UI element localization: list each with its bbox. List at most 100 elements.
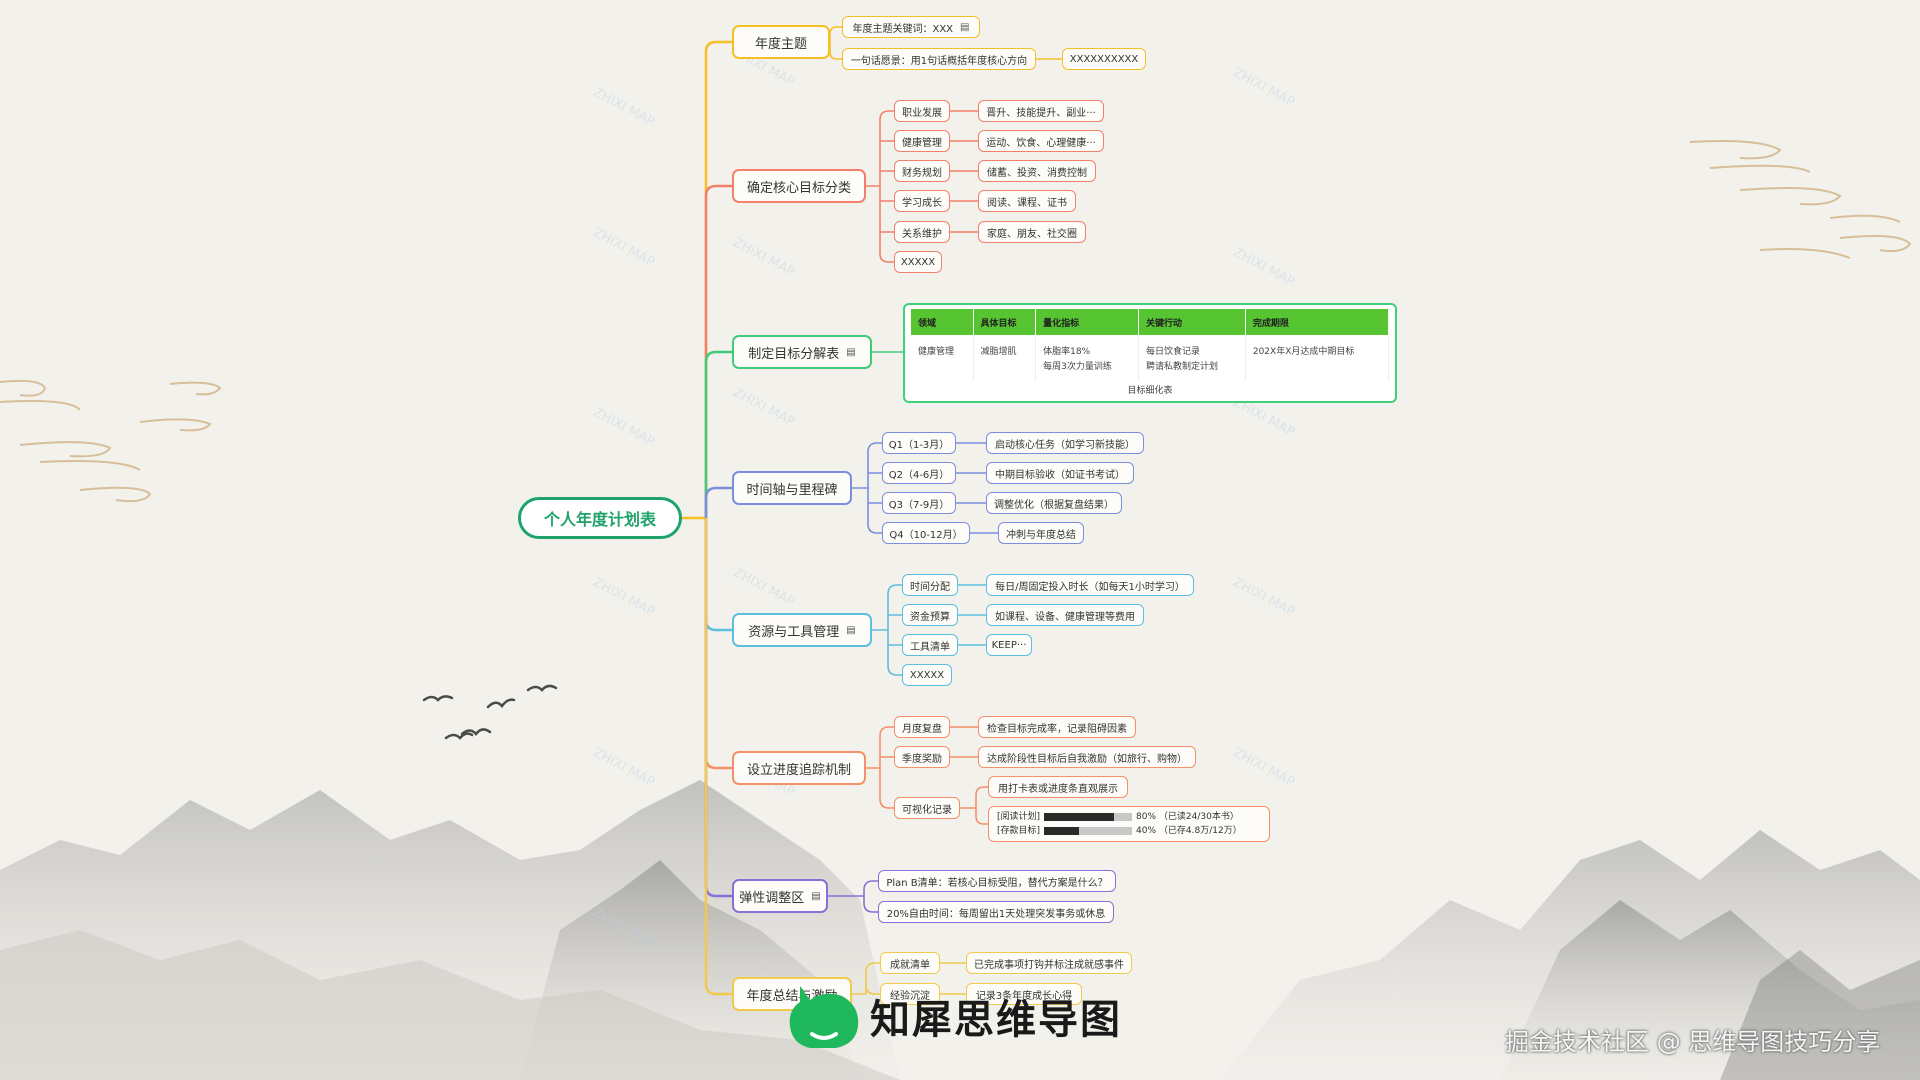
- summary-achievements-detail-label: 已完成事项打钩并标注成就感事件: [974, 959, 1124, 971]
- resource-time[interactable]: 时间分配: [902, 574, 958, 596]
- resource-tools-detail[interactable]: KEEP···: [986, 634, 1032, 656]
- branch-tracking-label: 设立进度追踪机制: [746, 762, 851, 778]
- table-cell: 体脂率18% 每周3次力量训练: [1035, 335, 1139, 381]
- summary-achievements-label: 成就清单: [890, 959, 930, 971]
- goal-relations[interactable]: 关系维护: [894, 221, 950, 243]
- branch-flex-label: 弹性调整区: [739, 890, 805, 906]
- timeline-q1-detail[interactable]: 启动核心任务（如学习新技能）: [986, 432, 1144, 454]
- branch-decompose[interactable]: 制定目标分解表 ▤: [732, 335, 872, 369]
- branch-resources[interactable]: 资源与工具管理 ▤: [732, 613, 872, 647]
- tracking-monthly-detail[interactable]: 检查目标完成率，记录阻碍因素: [978, 716, 1136, 738]
- goal-finance-detail[interactable]: 储蓄、投资、消费控制: [978, 160, 1096, 182]
- branch-theme[interactable]: 年度主题: [732, 25, 830, 59]
- goal-health-detail-label: 运动、饮食、心理健康···: [986, 137, 1096, 149]
- branch-resources-label: 资源与工具管理: [748, 624, 840, 640]
- resource-time-detail[interactable]: 每日/周固定投入时长（如每天1小时学习）: [986, 574, 1194, 596]
- goal-relations-detail[interactable]: 家庭、朋友、社交圈: [978, 221, 1086, 243]
- brand-name: 知犀思维导图: [870, 997, 1122, 1043]
- table-header: 具体目标: [973, 309, 1037, 335]
- table-header: 关键行动: [1138, 309, 1246, 335]
- progress-bar: [1044, 827, 1133, 835]
- timeline-q3[interactable]: Q3（7-9月）: [882, 492, 956, 514]
- table-caption: 目标细化表: [1127, 386, 1173, 396]
- goal-learning[interactable]: 学习成长: [894, 190, 950, 212]
- timeline-q4-label: Q4（10-12月）: [889, 529, 963, 541]
- resource-budget[interactable]: 资金预算: [902, 604, 958, 626]
- progress-text: 40% （已存4.8万/12万）: [1136, 826, 1242, 836]
- goal-learning-detail-label: 阅读、课程、证书: [987, 197, 1067, 209]
- branch-decompose-label: 制定目标分解表: [748, 346, 840, 362]
- tracking-monthly[interactable]: 月度复盘: [894, 716, 950, 738]
- summary-achievements[interactable]: 成就清单: [880, 952, 940, 974]
- branch-tracking[interactable]: 设立进度追踪机制: [732, 751, 866, 785]
- credit-watermark: 掘金技术社区 @ 思维导图技巧分享: [1505, 1028, 1881, 1056]
- tracking-quarterly-detail[interactable]: 达成阶段性目标后自我激励（如旅行、购物）: [978, 746, 1196, 768]
- goal-placeholder[interactable]: XXXXX: [894, 251, 942, 273]
- goal-finance-label: 财务规划: [902, 167, 942, 179]
- tracking-quarterly-detail-label: 达成阶段性目标后自我激励（如旅行、购物）: [987, 753, 1187, 765]
- goal-finance[interactable]: 财务规划: [894, 160, 950, 182]
- tracking-quarterly[interactable]: 季度奖励: [894, 746, 950, 768]
- tracking-visual-detail[interactable]: 用打卡表或进度条直观展示: [988, 776, 1128, 798]
- rhino-logo-icon: [789, 986, 859, 1048]
- root-node[interactable]: 个人年度计划表: [518, 497, 682, 539]
- branch-timeline-label: 时间轴与里程碑: [746, 482, 838, 498]
- goal-finance-detail-label: 储蓄、投资、消费控制: [987, 167, 1087, 179]
- goal-career[interactable]: 职业发展: [894, 100, 950, 122]
- branch-theme-label: 年度主题: [754, 36, 807, 52]
- summary-achievements-detail[interactable]: 已完成事项打钩并标注成就感事件: [966, 952, 1132, 974]
- tracking-visual[interactable]: 可视化记录: [894, 797, 960, 819]
- resource-tools[interactable]: 工具清单: [902, 634, 958, 656]
- timeline-q1-detail-label: 启动核心任务（如学习新技能）: [995, 439, 1135, 451]
- goal-health-label: 健康管理: [902, 137, 942, 149]
- timeline-q2[interactable]: Q2（4-6月）: [882, 462, 956, 484]
- tracking-visual-detail-label: 用打卡表或进度条直观展示: [998, 783, 1118, 795]
- goal-relations-detail-label: 家庭、朋友、社交圈: [987, 228, 1077, 240]
- branch-goals[interactable]: 确定核心目标分类: [732, 169, 866, 203]
- table-header: 领域: [911, 309, 974, 335]
- brand-watermark: 知犀思维导图: [786, 982, 1122, 1050]
- progress-bar: [1044, 813, 1133, 821]
- flex-free-time[interactable]: 20%自由时间：每周留出1天处理突发事务或休息: [878, 901, 1114, 923]
- timeline-q4-detail[interactable]: 冲刺与年度总结: [998, 522, 1084, 544]
- timeline-q1[interactable]: Q1（1-3月）: [882, 432, 956, 454]
- goal-career-detail[interactable]: 晋升、技能提升、副业···: [978, 100, 1104, 122]
- theme-vision[interactable]: 一句话愿景：用1句话概括年度核心方向: [842, 48, 1036, 70]
- table-header: 完成期限: [1245, 309, 1390, 335]
- timeline-q4-detail-label: 冲刺与年度总结: [1006, 529, 1076, 541]
- resource-budget-label: 资金预算: [910, 611, 950, 623]
- table-row: 健康管理 减脂增肌 体脂率18% 每周3次力量训练 每日饮食记录 聘请私教制定计…: [911, 335, 1390, 381]
- table-header: 量化指标: [1035, 309, 1139, 335]
- note-icon[interactable]: ▤: [811, 891, 820, 902]
- progress-row-reading: [阅读计划] 80% （已读24/30本书）: [997, 810, 1239, 824]
- resource-placeholder[interactable]: XXXXX: [902, 664, 952, 686]
- goal-health[interactable]: 健康管理: [894, 130, 950, 152]
- goal-learning-detail[interactable]: 阅读、课程、证书: [978, 190, 1076, 212]
- note-icon[interactable]: ▤: [846, 625, 855, 636]
- timeline-q2-detail[interactable]: 中期目标验收（如证书考试）: [986, 462, 1134, 484]
- goal-placeholder-label: XXXXX: [900, 256, 936, 268]
- note-icon[interactable]: ▤: [846, 347, 855, 358]
- branch-flex[interactable]: 弹性调整区 ▤: [732, 879, 828, 913]
- goal-health-detail[interactable]: 运动、饮食、心理健康···: [978, 130, 1104, 152]
- resource-placeholder-label: XXXXX: [909, 669, 945, 681]
- tracking-monthly-label: 月度复盘: [902, 723, 942, 735]
- goal-relations-label: 关系维护: [902, 228, 942, 240]
- theme-vision-value[interactable]: XXXXXXXXXX: [1062, 48, 1146, 70]
- theme-vision-value-label: XXXXXXXXXX: [1069, 53, 1139, 65]
- table-cell: 健康管理: [911, 335, 974, 381]
- timeline-q4[interactable]: Q4（10-12月）: [882, 522, 970, 544]
- flex-plan-b[interactable]: Plan B清单：若核心目标受阻，替代方案是什么？: [878, 870, 1116, 892]
- note-icon[interactable]: ▤: [960, 22, 969, 33]
- progress-fill: [1044, 827, 1080, 835]
- timeline-q1-label: Q1（1-3月）: [888, 439, 950, 451]
- timeline-q3-detail[interactable]: 调整优化（根据复盘结果）: [986, 492, 1122, 514]
- theme-keyword[interactable]: 年度主题关键词：XXX ▤: [842, 16, 980, 38]
- tracking-visual-label: 可视化记录: [902, 804, 952, 816]
- table-cell: 每日饮食记录 聘请私教制定计划: [1138, 335, 1246, 381]
- progress-card[interactable]: [阅读计划] 80% （已读24/30本书） [存款目标] 40% （已存4.8…: [988, 806, 1270, 842]
- timeline-q3-label: Q3（7-9月）: [888, 499, 950, 511]
- resource-budget-detail[interactable]: 如课程、设备、健康管理等费用: [986, 604, 1144, 626]
- branch-timeline[interactable]: 时间轴与里程碑: [732, 471, 852, 505]
- progress-label: [存款目标]: [997, 826, 1041, 836]
